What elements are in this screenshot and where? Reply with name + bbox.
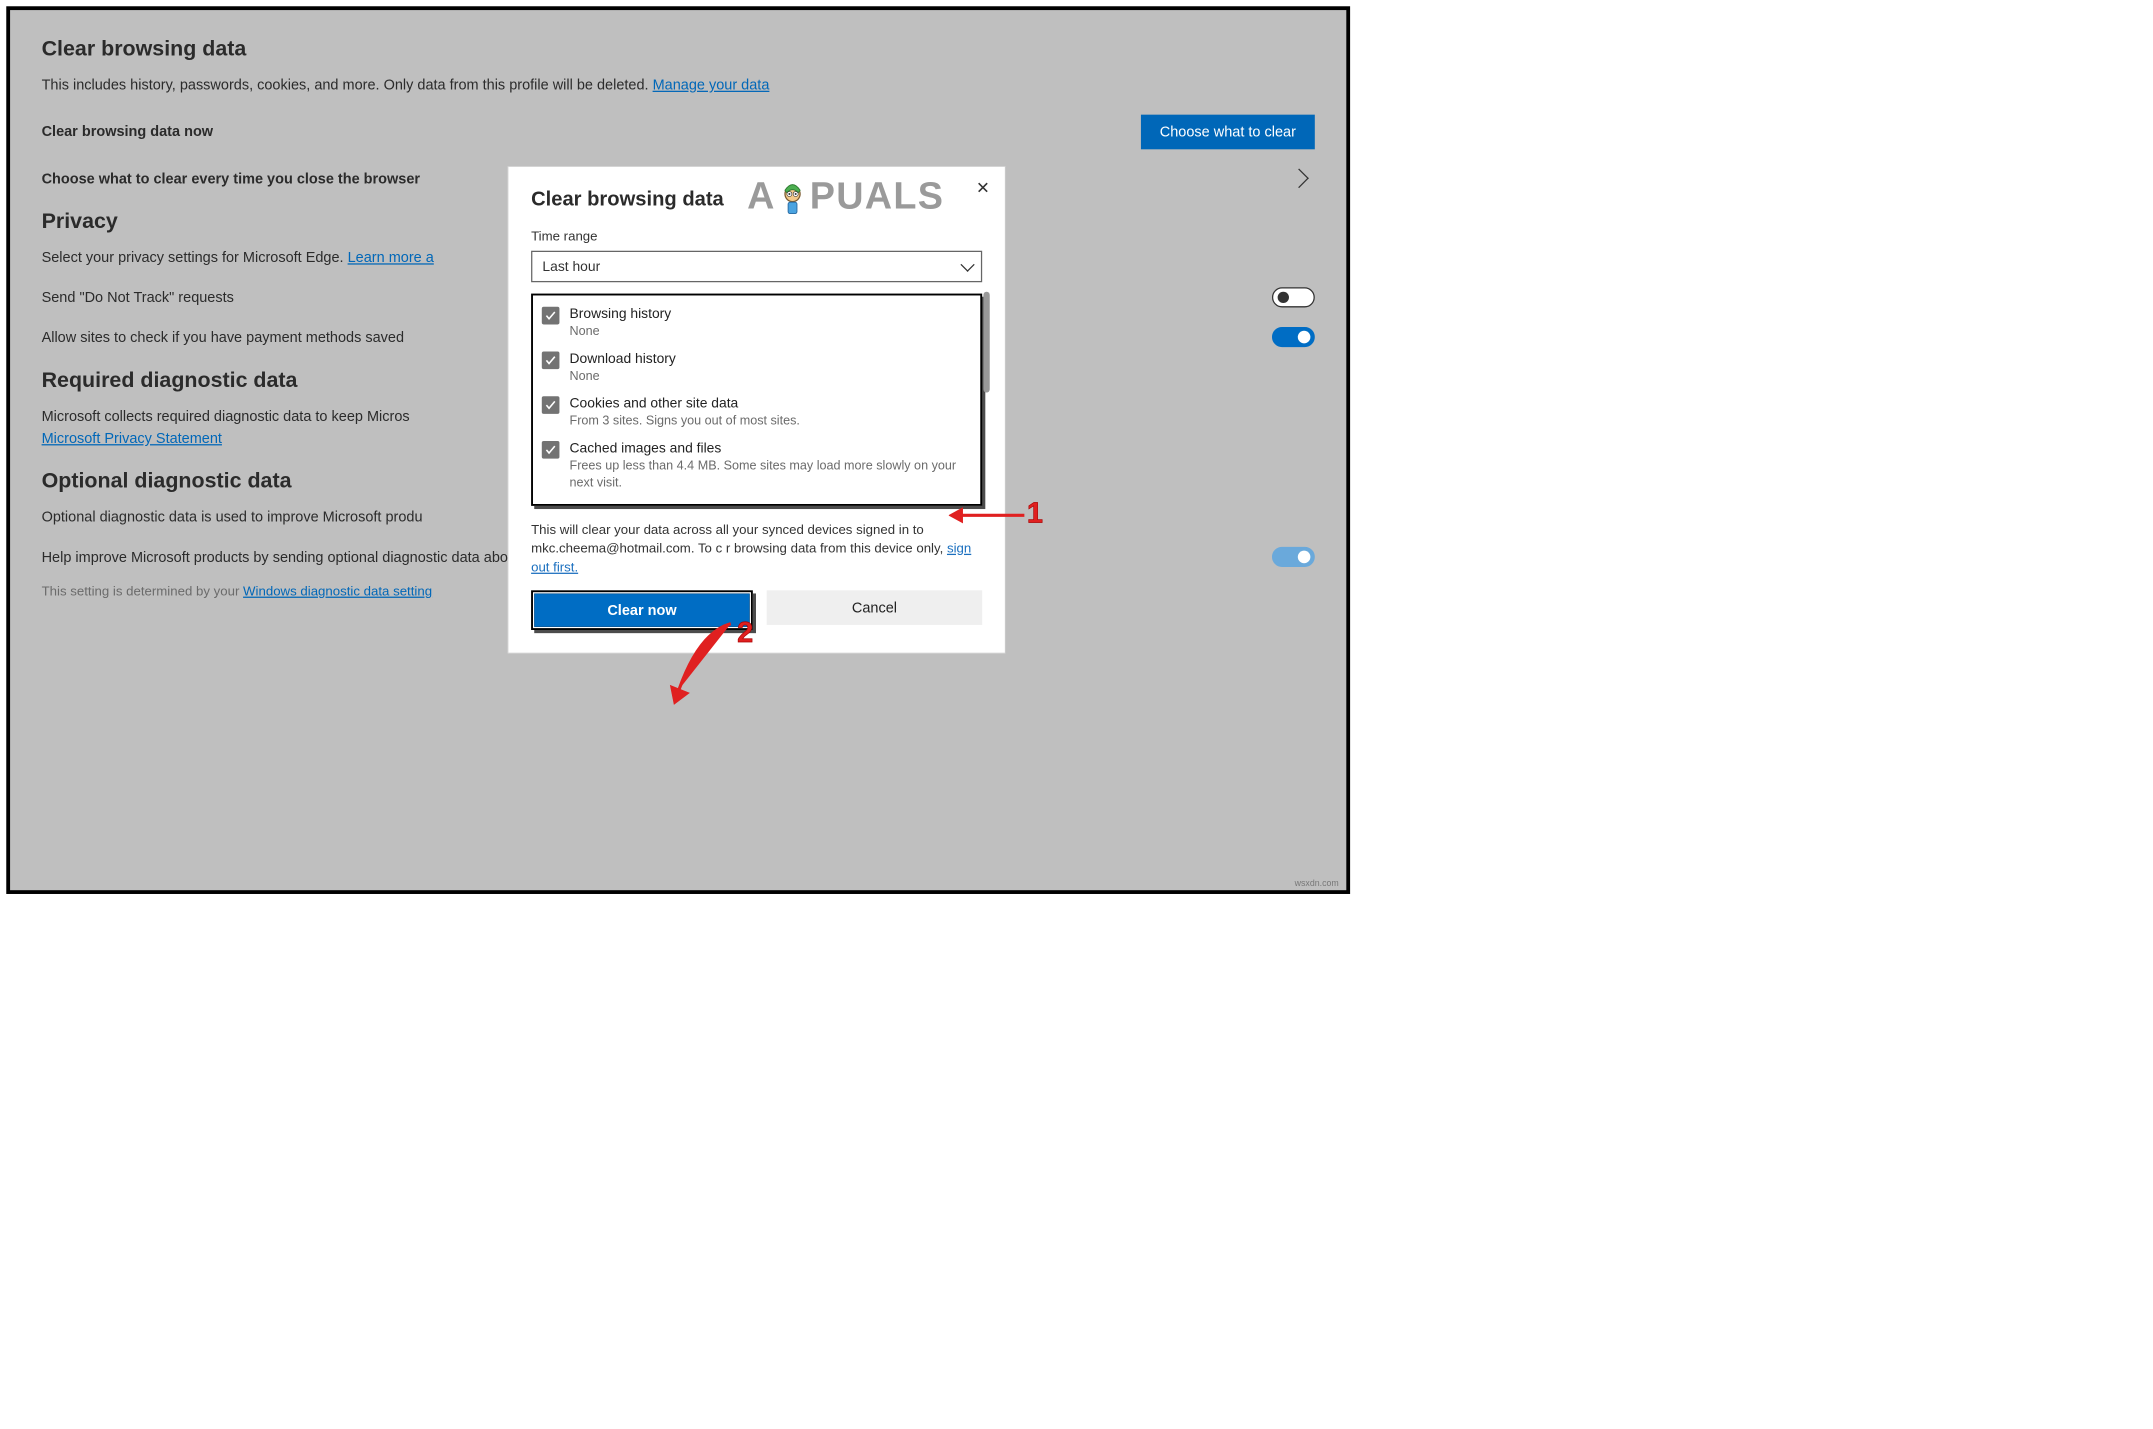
dnt-toggle[interactable] [1272,287,1315,307]
dialog-button-row: Clear now Cancel [531,590,982,630]
close-icon[interactable]: ✕ [976,180,990,196]
item-title: Cookies and other site data [570,395,800,411]
footnote-text: This setting is determined by your [42,584,243,598]
sync-warning-body: This will clear your data across all you… [531,523,947,556]
item-title: Download history [570,350,676,366]
item-sub: None [570,323,672,340]
data-types-checklist: Browsing history None Download history N… [531,294,982,506]
clear-now-label: Clear browsing data now [42,121,213,142]
check-icon [544,444,557,457]
cancel-button[interactable]: Cancel [767,590,982,625]
clear-now-row: Clear browsing data now Choose what to c… [42,114,1315,149]
privacy-desc-text: Select your privacy settings for Microso… [42,249,348,265]
time-range-select[interactable]: Last hour [531,251,982,282]
chevron-down-icon [960,258,974,272]
download-history-checkbox[interactable] [542,352,560,370]
clear-browsing-data-heading: Clear browsing data [42,37,1315,62]
time-range-label: Time range [531,229,982,244]
dnt-label: Send "Do Not Track" requests [42,287,234,308]
payment-methods-toggle[interactable] [1272,327,1315,347]
list-item: Cached images and files Frees up less th… [542,435,972,497]
cached-images-text: Cached images and files Frees up less th… [570,440,972,492]
required-desc-text: Microsoft collects required diagnostic d… [42,408,410,424]
corner-brand: wsxdn.com [1295,878,1339,888]
cached-images-checkbox[interactable] [542,441,560,459]
payment-methods-label: Allow sites to check if you have payment… [42,327,404,348]
time-range-value: Last hour [542,258,600,274]
list-item: Cookies and other site data From 3 sites… [542,390,972,435]
item-sub: From 3 sites. Signs you out of most site… [570,413,800,430]
item-sub: None [570,368,676,385]
choose-what-to-clear-button[interactable]: Choose what to clear [1141,114,1315,149]
browsing-history-text: Browsing history None [570,306,672,341]
download-history-text: Download history None [570,350,676,385]
list-item: Download history None [542,345,972,390]
cookies-text: Cookies and other site data From 3 sites… [570,395,800,430]
cookies-checkbox[interactable] [542,396,560,414]
cancel-button-wrap: Cancel [767,590,982,630]
settings-frame: Clear browsing data This includes histor… [6,6,1350,894]
item-sub: Frees up less than 4.4 MB. Some sites ma… [570,457,972,491]
desc-text: This includes history, passwords, cookie… [42,76,653,92]
check-icon [544,399,557,412]
clear-browsing-data-dialog: ✕ Clear browsing data Time range Last ho… [508,166,1006,653]
item-title: Cached images and files [570,440,972,456]
optional-diagnostic-toggle[interactable] [1272,547,1315,567]
sync-warning-text: This will clear your data across all you… [531,521,982,577]
browsing-history-checkbox[interactable] [542,307,560,325]
scrollbar-thumb[interactable] [983,292,989,393]
chevron-right-icon [1289,169,1309,189]
windows-diagnostic-link[interactable]: Windows diagnostic data setting [243,584,432,598]
privacy-statement-link[interactable]: Microsoft Privacy Statement [42,429,222,445]
check-icon [544,354,557,367]
privacy-learn-more-link[interactable]: Learn more a [348,249,434,265]
check-icon [544,309,557,322]
manage-your-data-link[interactable]: Manage your data [653,76,770,92]
clear-on-close-label: Choose what to clear every time you clos… [42,168,420,189]
clear-now-button[interactable]: Clear now [534,594,749,627]
clear-now-button-wrap: Clear now [531,590,753,630]
dialog-title: Clear browsing data [531,187,982,210]
list-item: Browsing history None [542,301,972,346]
item-title: Browsing history [570,306,672,322]
clear-browsing-data-desc: This includes history, passwords, cookie… [42,74,1315,96]
